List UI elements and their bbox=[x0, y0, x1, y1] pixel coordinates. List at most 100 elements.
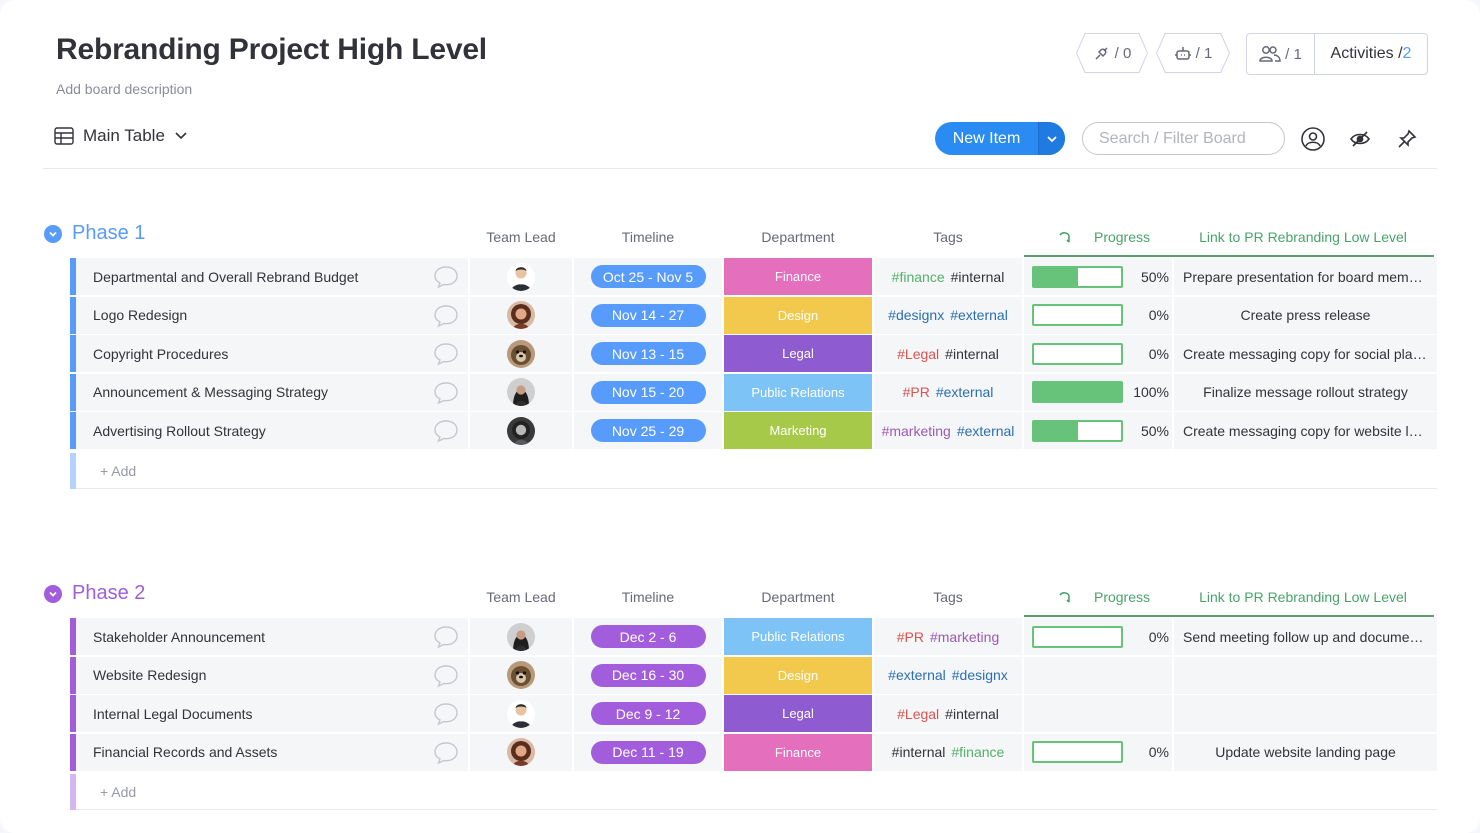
tag[interactable]: #PR bbox=[897, 629, 924, 645]
board-title[interactable]: Rebranding Project High Level bbox=[56, 33, 487, 67]
add-item-label[interactable]: + Add bbox=[100, 463, 136, 479]
add-item-label[interactable]: + Add bbox=[100, 784, 136, 800]
group-title[interactable]: Phase 1 bbox=[72, 222, 145, 245]
tags-cell[interactable]: #finance #internal bbox=[874, 258, 1022, 295]
column-header-timeline[interactable]: Timeline bbox=[574, 229, 722, 245]
linked-item-name[interactable]: Update website landing page bbox=[1215, 744, 1396, 760]
collapse-group-icon[interactable] bbox=[44, 224, 62, 243]
timeline-cell[interactable]: Dec 9 - 12 bbox=[574, 695, 722, 732]
linked-item-cell[interactable]: Update website landing page bbox=[1174, 733, 1437, 771]
tags-cell[interactable]: #Legal #internal bbox=[874, 695, 1022, 732]
linked-item-cell[interactable]: Create press release bbox=[1174, 296, 1437, 334]
team-lead-cell[interactable] bbox=[470, 412, 572, 449]
item-name-cell[interactable]: Announcement & Messaging Strategy bbox=[76, 373, 468, 411]
tags-cell[interactable]: #Legal #internal bbox=[874, 335, 1022, 372]
item-name-cell[interactable]: Website Redesign bbox=[76, 656, 468, 694]
board-description[interactable]: Add board description bbox=[56, 81, 192, 97]
comment-bubble-icon[interactable] bbox=[433, 664, 459, 688]
linked-item-name[interactable]: Finalize message rollout strategy bbox=[1203, 384, 1408, 400]
tag[interactable]: #internal bbox=[945, 706, 999, 722]
timeline-pill[interactable]: Nov 13 - 15 bbox=[590, 342, 706, 365]
team-lead-cell[interactable] bbox=[470, 373, 572, 411]
linked-item-name[interactable]: Create messaging copy for website landin… bbox=[1183, 423, 1428, 439]
team-lead-cell[interactable] bbox=[470, 258, 572, 295]
tags-cell[interactable]: #external #designx bbox=[874, 656, 1022, 694]
timeline-cell[interactable]: Dec 11 - 19 bbox=[574, 733, 722, 771]
tag[interactable]: #designx bbox=[888, 307, 944, 323]
item-name-cell[interactable]: Departmental and Overall Rebrand Budget bbox=[76, 258, 468, 295]
department-status[interactable]: Public Relations bbox=[724, 618, 872, 655]
pin-button[interactable] bbox=[1394, 126, 1420, 152]
activities-button[interactable]: Activities /2 bbox=[1315, 45, 1427, 63]
item-name[interactable]: Financial Records and Assets bbox=[93, 744, 468, 760]
timeline-cell[interactable]: Nov 14 - 27 bbox=[574, 296, 722, 334]
tag[interactable]: #external bbox=[950, 307, 1008, 323]
item-name[interactable]: Internal Legal Documents bbox=[93, 706, 468, 722]
table-row[interactable]: Financial Records and Assets Dec 11 - 19 F… bbox=[70, 733, 1437, 772]
tag[interactable]: #Legal bbox=[897, 706, 939, 722]
comment-bubble-icon[interactable] bbox=[433, 741, 459, 765]
comment-bubble-icon[interactable] bbox=[433, 304, 459, 328]
new-item-button[interactable]: New Item bbox=[935, 122, 1065, 155]
column-header-link[interactable]: Link to PR Rebranding Low Level bbox=[1174, 229, 1432, 245]
comment-bubble-icon[interactable] bbox=[433, 342, 459, 366]
column-header-tags[interactable]: Tags bbox=[874, 589, 1022, 605]
team-lead-cell[interactable] bbox=[470, 656, 572, 694]
timeline-pill[interactable]: Nov 14 - 27 bbox=[590, 303, 706, 327]
tag[interactable]: #internal bbox=[892, 744, 946, 760]
tag[interactable]: #internal bbox=[951, 269, 1005, 285]
team-lead-cell[interactable] bbox=[470, 733, 572, 771]
item-name[interactable]: Departmental and Overall Rebrand Budget bbox=[93, 269, 468, 285]
add-item-row[interactable]: + Add bbox=[70, 774, 1437, 810]
department-status[interactable]: Finance bbox=[724, 258, 872, 295]
column-header-department[interactable]: Department bbox=[724, 589, 872, 605]
comment-bubble-icon[interactable] bbox=[433, 419, 459, 443]
tags-cell[interactable]: #PR #external bbox=[874, 373, 1022, 411]
timeline-cell[interactable]: Dec 16 - 30 bbox=[574, 656, 722, 694]
department-status[interactable]: Marketing bbox=[724, 412, 872, 449]
tags-cell[interactable]: #designx #external bbox=[874, 296, 1022, 334]
column-header-progress[interactable]: Progress bbox=[1034, 229, 1174, 245]
timeline-pill[interactable]: Dec 11 - 19 bbox=[590, 740, 706, 764]
column-header-team-lead[interactable]: Team Lead bbox=[470, 589, 572, 605]
comment-bubble-icon[interactable] bbox=[433, 625, 459, 649]
team-lead-cell[interactable] bbox=[470, 695, 572, 732]
group-header[interactable]: Phase 2 bbox=[44, 582, 145, 605]
item-name[interactable]: Announcement & Messaging Strategy bbox=[93, 384, 468, 400]
comment-bubble-icon[interactable] bbox=[433, 702, 459, 726]
table-row[interactable]: Advertising Rollout Strategy Nov 25 - 29 M… bbox=[70, 412, 1437, 450]
department-status[interactable]: Design bbox=[724, 296, 872, 334]
linked-item-name[interactable]: Prepare presentation for board members bbox=[1183, 269, 1428, 285]
table-row[interactable]: Copyright Procedures Nov 13 - 15 Legal #Leg… bbox=[70, 335, 1437, 373]
column-header-department[interactable]: Department bbox=[724, 229, 872, 245]
item-name-cell[interactable]: Logo Redesign bbox=[76, 296, 468, 334]
avatar[interactable] bbox=[507, 699, 535, 728]
collapse-group-icon[interactable] bbox=[44, 584, 62, 603]
new-item-dropdown[interactable] bbox=[1038, 122, 1065, 155]
item-name-cell[interactable]: Advertising Rollout Strategy bbox=[76, 412, 468, 449]
avatar[interactable] bbox=[507, 661, 535, 689]
tag[interactable]: #PR bbox=[903, 384, 930, 400]
integrations-button[interactable]: / 0 bbox=[1077, 34, 1147, 72]
group-header[interactable]: Phase 1 bbox=[44, 222, 145, 245]
comment-bubble-icon[interactable] bbox=[433, 381, 459, 405]
linked-item-name[interactable]: Create press release bbox=[1241, 307, 1371, 323]
linked-item-name[interactable]: Send meeting follow up and documents bbox=[1183, 629, 1428, 645]
item-name[interactable]: Stakeholder Announcement bbox=[93, 629, 468, 645]
department-status[interactable]: Legal bbox=[724, 695, 872, 732]
timeline-cell[interactable]: Nov 13 - 15 bbox=[574, 335, 722, 372]
table-row[interactable]: Logo Redesign Nov 14 - 27 Design #designx #e… bbox=[70, 296, 1437, 335]
department-status[interactable]: Design bbox=[724, 656, 872, 694]
tag[interactable]: #marketing bbox=[882, 423, 951, 439]
timeline-cell[interactable]: Dec 2 - 6 bbox=[574, 618, 722, 655]
department-status[interactable]: Finance bbox=[724, 733, 872, 771]
tags-cell[interactable]: #marketing #external bbox=[874, 412, 1022, 449]
hide-columns-button[interactable] bbox=[1347, 126, 1373, 152]
tag[interactable]: #finance bbox=[951, 744, 1004, 760]
linked-item-cell[interactable]: Finalize message rollout strategy bbox=[1174, 373, 1437, 411]
timeline-cell[interactable]: Nov 25 - 29 bbox=[574, 412, 722, 449]
tag[interactable]: #external bbox=[936, 384, 994, 400]
column-header-progress[interactable]: Progress bbox=[1034, 589, 1174, 605]
tags-cell[interactable]: #internal #finance bbox=[874, 733, 1022, 771]
avatar[interactable] bbox=[507, 262, 535, 291]
